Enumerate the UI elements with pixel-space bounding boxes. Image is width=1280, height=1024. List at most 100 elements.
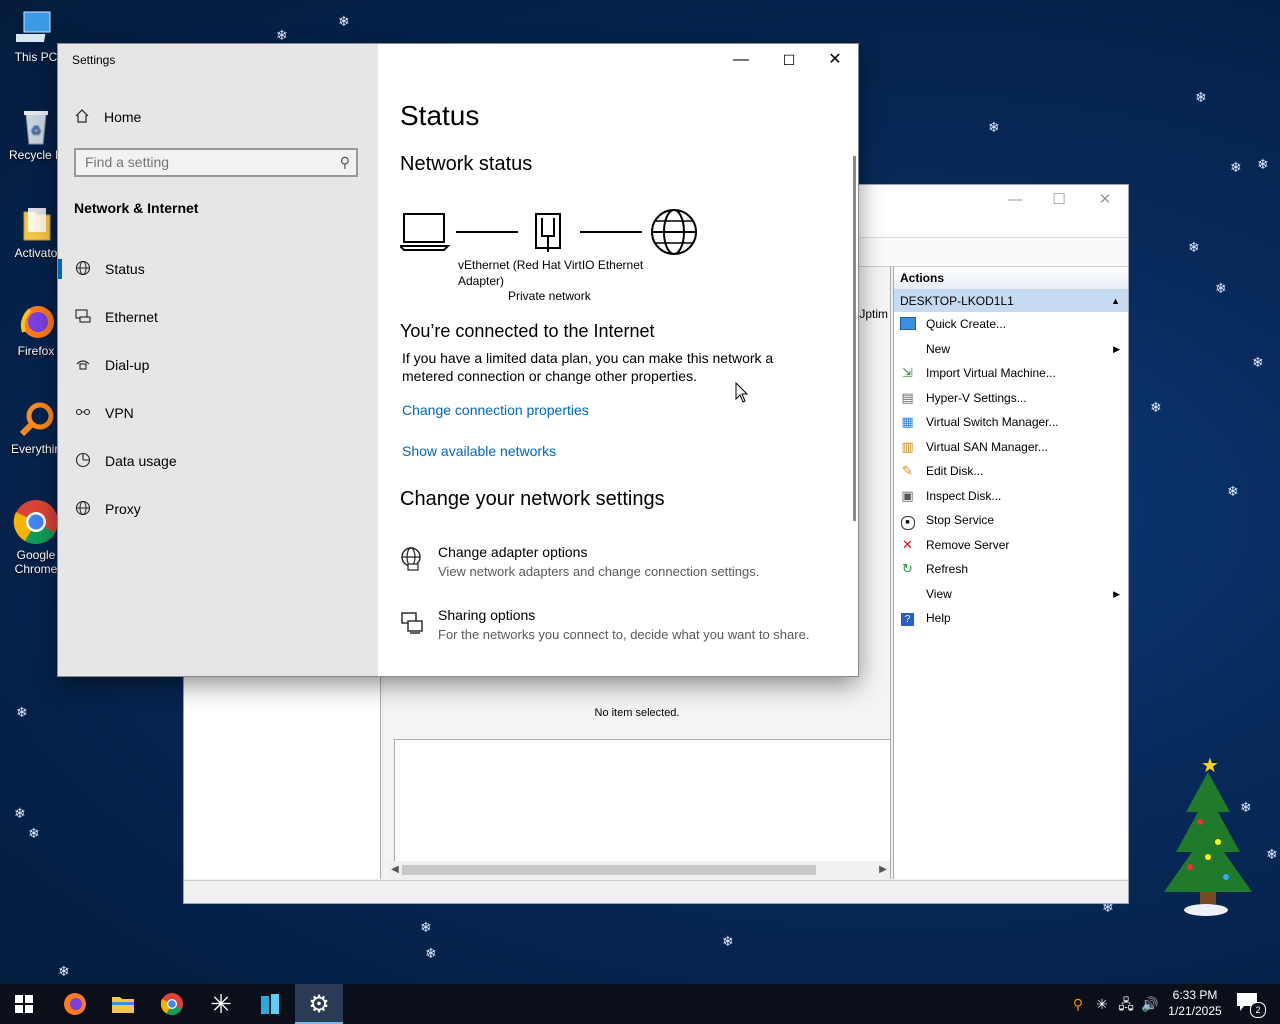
internet-globe-icon [651,209,697,255]
search-box[interactable]: ⚲ [74,148,358,177]
refresh-icon: ↻ [902,561,913,576]
computer-icon [14,8,56,48]
nav-item-ethernet[interactable]: Ethernet [58,297,378,337]
mouse-cursor-icon [735,381,749,409]
action-hyper-v-settings[interactable]: ▤ Hyper-V Settings... [894,386,1128,411]
nav-home[interactable]: Home [74,106,141,128]
close-icon[interactable]: ✕ [812,44,858,76]
tray-everything-icon[interactable]: ⚲ [1068,984,1088,1024]
settings-main: — ☐ ✕ Status Network status vEthernet (R… [378,44,858,676]
tray-network-icon[interactable]: 🖧 [1116,984,1136,1024]
scrollbar-thumb[interactable] [402,865,816,875]
taskbar-clock[interactable]: 6:33 PM 1/21/2025 [1160,987,1230,1019]
notification-count-badge: 2 [1250,1002,1266,1018]
svg-text:★: ★ [1201,755,1219,777]
clock-date: 1/21/2025 [1168,1004,1222,1018]
nav-item-label: Dial-up [105,357,150,373]
minimize-icon[interactable]: — [718,44,764,76]
action-edit-disk[interactable]: ✎ Edit Disk... [894,459,1128,484]
start-button[interactable] [0,984,48,1024]
taskbar-firefox[interactable] [51,984,99,1024]
minimize-icon[interactable]: — [992,185,1038,215]
actions-pane: Actions DESKTOP-LKOD1L1 ▲ Quick Create..… [893,267,1128,879]
chrome-icon [160,993,183,1015]
nav-item-dial-up[interactable]: Dial-up [58,345,378,385]
action-label: Edit Disk... [926,464,984,478]
action-label: Import Virtual Machine... [926,366,1056,380]
file-explorer-icon [112,997,134,1013]
start-icon [15,995,33,1013]
snowflake-icon: ❄ [1266,847,1278,863]
action-label: Hyper-V Settings... [926,390,1027,405]
horizontal-scrollbar[interactable]: ◀ ▶ [388,861,890,879]
action-label: Quick Create... [926,317,1007,331]
taskbar-everything[interactable]: ✳ [197,984,245,1024]
action-stop-service[interactable]: ■ Stop Service [894,508,1128,533]
blank-icon [900,342,915,356]
maximize-icon[interactable]: ☐ [1036,185,1082,215]
close-icon[interactable]: ✕ [1082,185,1128,215]
snowflake-icon: ❄ [1188,240,1200,256]
tray-snow-icon[interactable]: ✳ [1092,984,1112,1024]
option-title: Sharing options [438,607,536,623]
action-help[interactable]: ? Help [894,606,1128,631]
recycle-bin-icon: ♻ [16,106,56,146]
action-remove-server[interactable]: ✕ Remove Server [894,533,1128,558]
action-virtual-switch-manager[interactable]: ▦ Virtual Switch Manager... [894,410,1128,435]
san-icon: ▥ [901,438,914,454]
actions-server-group[interactable]: DESKTOP-LKOD1L1 ▲ [894,290,1128,312]
connected-description: If you have a limited data plan, you can… [402,350,774,384]
vertical-scrollbar[interactable] [853,156,856,521]
actions-list: Quick Create... New ▶ ⇲ Import Virtual Machi… [894,312,1128,631]
vpn-icon [75,404,91,423]
taskbar-hyperv[interactable] [246,984,294,1024]
action-refresh[interactable]: ↻ Refresh [894,557,1128,582]
snowflake-icon: ❄ [1230,160,1242,176]
details-pane [394,739,890,864]
snowflake-icon: ❄ [338,14,350,30]
ethernet-icon [75,308,91,327]
action-inspect-disk[interactable]: ▣ Inspect Disk... [894,484,1128,509]
action-virtual-san-manager[interactable]: ▥ Virtual SAN Manager... [894,435,1128,460]
uptime-column-header[interactable]: Jptim [859,307,888,321]
snowflake-icon: ❄ [1227,484,1239,500]
collapse-caret-icon[interactable]: ▲ [1111,290,1120,312]
search-input[interactable] [85,154,325,170]
taskbar-settings[interactable]: ⚙ [295,984,343,1024]
no-item-selected-text: No item selected. [594,707,680,719]
tray-volume-icon[interactable]: 🔊 [1140,984,1160,1024]
action-center-button[interactable]: 2 [1236,992,1266,1018]
action-view[interactable]: View ▶ [894,582,1128,607]
action-new[interactable]: New ▶ [894,337,1128,362]
everything-icon: ✳ [210,988,232,1019]
nav-item-status[interactable]: Status [58,249,378,289]
import-icon: ⇲ [902,365,913,380]
snowflake-icon: ❄ [1257,157,1269,173]
scroll-right-icon[interactable]: ▶ [876,861,890,879]
action-import-virtual-machine[interactable]: ⇲ Import Virtual Machine... [894,361,1128,386]
nav-item-data-usage[interactable]: Data usage [58,441,378,481]
maximize-icon[interactable]: ☐ [766,44,812,76]
taskbar-file-explorer[interactable] [99,984,147,1024]
settings-doc-icon: ▤ [901,389,914,405]
action-quick-create[interactable]: Quick Create... [894,312,1128,337]
show-available-networks-link[interactable]: Show available networks [402,443,556,459]
search-icon[interactable]: ⚲ [340,154,350,171]
scroll-left-icon[interactable]: ◀ [388,861,402,879]
change-adapter-options[interactable]: Change adapter options View network adap… [400,544,820,588]
firefox-icon [16,302,56,342]
network-diagram [397,204,700,264]
option-description: View network adapters and change connect… [438,564,760,579]
search-app-icon [16,400,56,440]
folder-icon [16,204,56,244]
nav-item-proxy[interactable]: Proxy [58,489,378,529]
nav-item-vpn[interactable]: VPN [58,393,378,433]
laptop-icon [397,213,451,251]
chrome-icon [12,498,60,546]
sharing-options[interactable]: Sharing options For the networks you con… [400,607,820,651]
svg-text:♻: ♻ [31,123,42,137]
home-icon [74,108,90,127]
action-label: Refresh [926,562,969,576]
change-connection-properties-link[interactable]: Change connection properties [402,402,589,418]
taskbar-chrome[interactable] [148,984,196,1024]
